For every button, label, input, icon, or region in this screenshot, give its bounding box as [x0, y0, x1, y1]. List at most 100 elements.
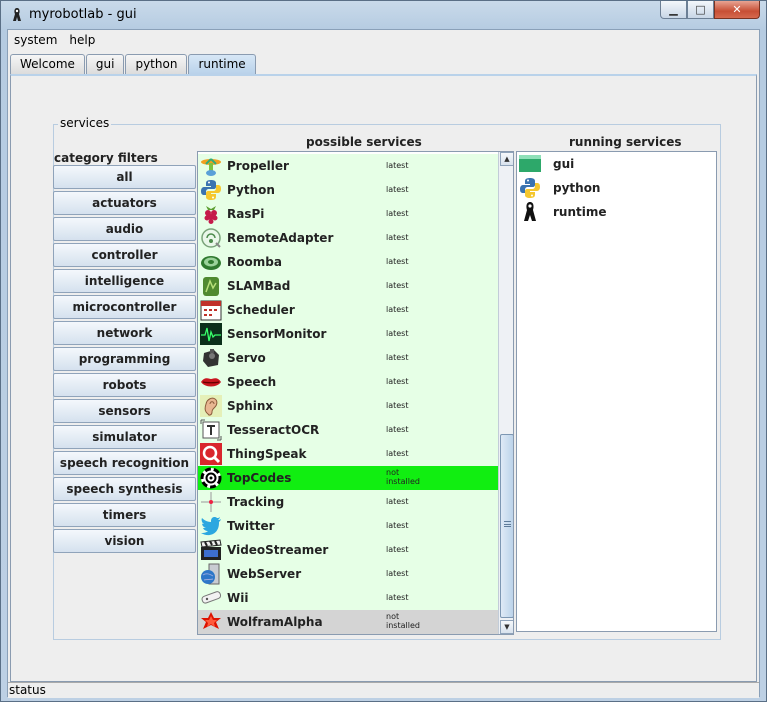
category-simulator-button[interactable]: simulator — [53, 425, 196, 449]
service-status-line: latest — [386, 449, 409, 458]
service-status: latest — [386, 521, 409, 530]
service-row-wii[interactable]: Wii latest — [198, 586, 498, 610]
service-row-twitter[interactable]: Twitter latest — [198, 514, 498, 538]
service-name: TopCodes — [227, 471, 292, 485]
category-network-button[interactable]: network — [53, 321, 196, 345]
service-status: latest — [386, 233, 409, 242]
service-status: latest — [386, 161, 409, 170]
running-service-row-runtime[interactable]: runtime — [517, 200, 715, 224]
service-status: latest — [386, 185, 409, 194]
service-name: ThingSpeak — [227, 447, 307, 461]
thingspeak-icon — [200, 443, 222, 465]
python-icon — [519, 177, 541, 199]
service-row-thingspeak[interactable]: ThingSpeak latest — [198, 442, 498, 466]
scroll-down-icon[interactable]: ▼ — [500, 620, 513, 634]
service-row-python[interactable]: Python latest — [198, 178, 498, 202]
running-service-row-python[interactable]: python — [517, 176, 715, 200]
category-sensors-button[interactable]: sensors — [53, 399, 196, 423]
category-controller-button[interactable]: controller — [53, 243, 196, 267]
menu-system[interactable]: system — [8, 30, 63, 52]
service-row-sphinx[interactable]: Sphinx latest — [198, 394, 498, 418]
service-row-servo[interactable]: Servo latest — [198, 346, 498, 370]
running-services-list[interactable]: gui python runtime — [516, 151, 717, 632]
title-bar: myrobotlab - gui ▁ □ ✕ — [1, 1, 766, 29]
service-row-speech[interactable]: Speech latest — [198, 370, 498, 394]
service-row-tracking[interactable]: Tracking latest — [198, 490, 498, 514]
service-status-line: latest — [386, 593, 409, 602]
service-status: latest — [386, 425, 409, 434]
running-services-label: running services — [569, 135, 682, 149]
wolfram-icon — [200, 611, 222, 633]
possible-services-label: possible services — [306, 135, 422, 149]
service-status-line: not — [386, 612, 400, 621]
gui-icon — [519, 153, 541, 175]
category-vision-button[interactable]: vision — [53, 529, 196, 553]
service-row-roomba[interactable]: Roomba latest — [198, 250, 498, 274]
service-status-line: latest — [386, 497, 409, 506]
tab-runtime[interactable]: runtime — [188, 54, 256, 74]
category-robots-button[interactable]: robots — [53, 373, 196, 397]
service-name: SensorMonitor — [227, 327, 327, 341]
category-microcontroller-button[interactable]: microcontroller — [53, 295, 196, 319]
crosshair-icon — [200, 491, 222, 513]
category-speech-recognition-button[interactable]: speech recognition — [53, 451, 196, 475]
slam-icon — [200, 275, 222, 297]
remote-adapter-icon — [200, 227, 222, 249]
service-row-topcodes[interactable]: TopCodes not installed — [198, 466, 498, 490]
category-speech-synthesis-button[interactable]: speech synthesis — [53, 477, 196, 501]
maximize-button[interactable]: □ — [687, 1, 714, 19]
service-row-remoteadapter[interactable]: RemoteAdapter latest — [198, 226, 498, 250]
tab-welcome[interactable]: Welcome — [10, 54, 85, 74]
service-name: Roomba — [227, 255, 282, 269]
runtime-panel: services category filters all actuators au… — [10, 74, 757, 682]
service-row-webserver[interactable]: WebServer latest — [198, 562, 498, 586]
service-row-sensormonitor[interactable]: SensorMonitor latest — [198, 322, 498, 346]
runtime-icon — [519, 201, 541, 223]
minimize-icon: ▁ — [669, 3, 678, 16]
service-row-videostreamer[interactable]: VideoStreamer latest — [198, 538, 498, 562]
service-row-scheduler[interactable]: Scheduler latest — [198, 298, 498, 322]
possible-services-scrollbar[interactable]: ▲ ▼ — [498, 152, 513, 634]
service-status-line: latest — [386, 401, 409, 410]
tab-python[interactable]: python — [125, 54, 188, 74]
oscilloscope-icon — [200, 323, 222, 345]
service-row-slambad[interactable]: SLAMBad latest — [198, 274, 498, 298]
running-service-row-gui[interactable]: gui — [517, 152, 715, 176]
service-name: Propeller — [227, 159, 289, 173]
raspberry-icon — [200, 203, 222, 225]
category-all-button[interactable]: all — [53, 165, 196, 189]
service-status-line: installed — [386, 621, 420, 630]
lips-icon — [200, 371, 222, 393]
service-row-wolframalpha[interactable]: WolframAlpha not installed — [198, 610, 498, 634]
services-group: services category filters all actuators au… — [53, 116, 721, 640]
service-status: latest — [386, 545, 409, 554]
service-row-tesseractocr[interactable]: TesseractOCR latest — [198, 418, 498, 442]
service-status: latest — [386, 401, 409, 410]
category-audio-button[interactable]: audio — [53, 217, 196, 241]
scroll-up-icon[interactable]: ▲ — [500, 152, 513, 166]
category-programming-button[interactable]: programming — [53, 347, 196, 371]
service-status-line: latest — [386, 521, 409, 530]
service-name: RasPi — [227, 207, 265, 221]
service-status-line: latest — [386, 329, 409, 338]
topcodes-icon — [200, 467, 222, 489]
service-status: not installed — [386, 468, 420, 486]
propeller-icon — [200, 155, 222, 177]
possible-services-list[interactable]: Propeller latest Python latest RasPi latest Re… — [197, 151, 514, 635]
service-status-line: latest — [386, 425, 409, 434]
service-row-raspi[interactable]: RasPi latest — [198, 202, 498, 226]
scrollbar-thumb[interactable] — [500, 434, 513, 618]
menu-help[interactable]: help — [63, 30, 101, 52]
tab-gui[interactable]: gui — [85, 54, 125, 74]
minimize-button[interactable]: ▁ — [660, 1, 687, 19]
service-name: WolframAlpha — [227, 615, 323, 629]
category-actuators-button[interactable]: actuators — [53, 191, 196, 215]
service-status: latest — [386, 353, 409, 362]
category-timers-button[interactable]: timers — [53, 503, 196, 527]
service-name: Sphinx — [227, 399, 274, 413]
ear-icon — [200, 395, 222, 417]
service-status: latest — [386, 449, 409, 458]
category-intelligence-button[interactable]: intelligence — [53, 269, 196, 293]
service-row-propeller[interactable]: Propeller latest — [198, 154, 498, 178]
close-button[interactable]: ✕ — [714, 1, 760, 19]
